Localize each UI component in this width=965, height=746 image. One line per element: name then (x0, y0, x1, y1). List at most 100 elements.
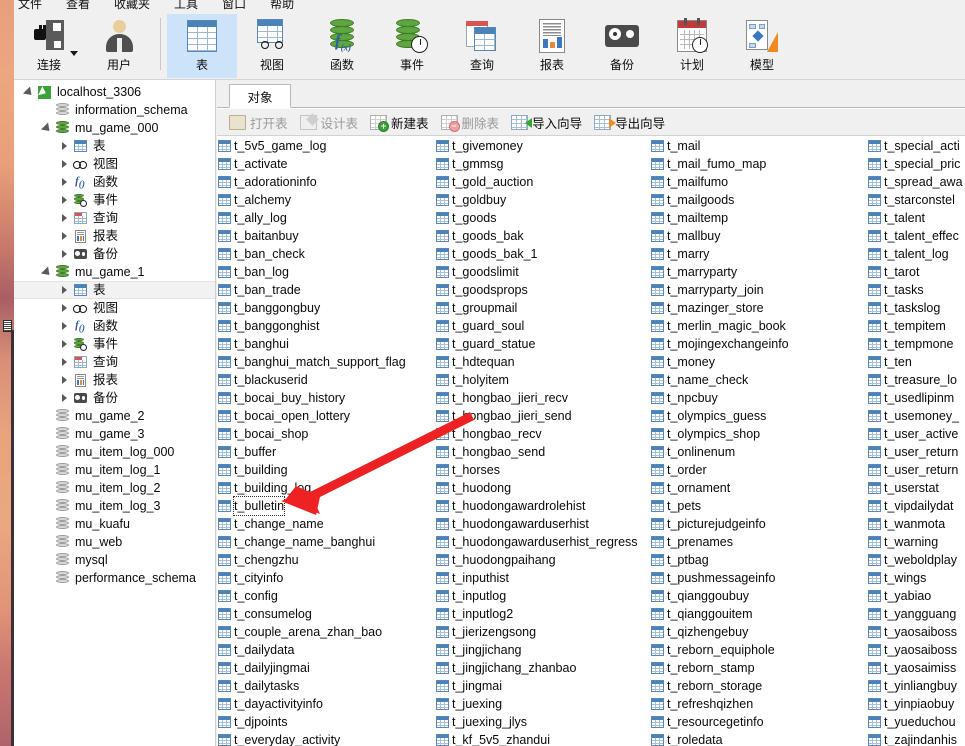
table-list-item[interactable]: t_marryparty_join (650, 281, 866, 299)
action-import-wizard[interactable]: 导入向导 (505, 110, 588, 134)
table-list-item[interactable]: t_banghui_match_support_flag (217, 353, 433, 371)
table-list-item[interactable]: t_goodsprops (435, 281, 651, 299)
table-list-item[interactable]: t_huodongawarduserhist_regress (435, 533, 651, 551)
tree-node-[interactable]: f() 函数 (14, 317, 215, 335)
action-open-table[interactable]: 打开表 (223, 110, 294, 134)
table-list-item[interactable]: t_blackuserid (217, 371, 433, 389)
table-list-item[interactable]: t_adorationinfo (217, 173, 433, 191)
table-list-item[interactable]: t_tempmone (867, 335, 965, 353)
tree-node-mu_item_log_1[interactable]: mu_item_log_1 (14, 461, 215, 479)
tree-twisty[interactable] (58, 394, 71, 402)
table-list-item[interactable]: t_gmmsg (435, 155, 651, 173)
tree-node-[interactable]: 表 (14, 137, 215, 155)
table-list-item[interactable]: t_resourcegetinfo (650, 713, 866, 731)
table-list-item[interactable]: t_yaosaiboss (867, 641, 965, 659)
table-list-item[interactable]: t_hdtequan (435, 353, 651, 371)
table-list-item[interactable]: t_roledata (650, 731, 866, 746)
table-list[interactable]: t_5v5_game_log t_activate t_adorationinfo t… (217, 137, 965, 746)
table-list-item[interactable]: t_warning (867, 533, 965, 551)
table-list-item[interactable]: t_goods (435, 209, 651, 227)
table-list-item[interactable]: t_tempitem (867, 317, 965, 335)
tree-node-mu_game_3[interactable]: mu_game_3 (14, 425, 215, 443)
action-export-wizard[interactable]: 导出向导 (588, 110, 671, 134)
table-list-item[interactable]: t_banggongbuy (217, 299, 433, 317)
table-list-item[interactable]: t_chengzhu (217, 551, 433, 569)
table-list-item[interactable]: t_ban_check (217, 245, 433, 263)
table-list-item[interactable]: t_olympics_guess (650, 407, 866, 425)
table-list-item[interactable]: t_huodongpaihang (435, 551, 651, 569)
table-list-item[interactable]: t_qizhengebuy (650, 623, 866, 641)
table-list-item[interactable]: t_tasks (867, 281, 965, 299)
tree-node-[interactable]: 表 (14, 281, 215, 299)
connection-tree-pane[interactable]: localhost_3306 information_schema mu_game_… (14, 80, 216, 746)
table-list-item[interactable]: t_npcbuy (650, 389, 866, 407)
chevron-right-icon[interactable] (62, 286, 67, 294)
table-list-item[interactable]: t_mailgoods (650, 191, 866, 209)
table-list-item[interactable]: t_goldbuy (435, 191, 651, 209)
table-list-item[interactable]: t_jingjichang_zhanbao (435, 659, 651, 677)
table-list-item[interactable]: t_refreshqizhen (650, 695, 866, 713)
tree-node-[interactable]: 视图 (14, 299, 215, 317)
chevron-right-icon[interactable] (62, 142, 67, 150)
table-list-item[interactable]: t_prenames (650, 533, 866, 551)
table-list-item[interactable]: t_olympics_shop (650, 425, 866, 443)
table-list-item[interactable]: t_bocai_shop (217, 425, 433, 443)
table-list-item[interactable]: t_inputlog (435, 587, 651, 605)
table-list-item[interactable]: t_ban_trade (217, 281, 433, 299)
menu-item-5[interactable]: 窗口 (210, 0, 258, 14)
tree-node-mu_kuafu[interactable]: mu_kuafu (14, 515, 215, 533)
table-list-item[interactable]: t_banggonghist (217, 317, 433, 335)
tree-twisty[interactable] (40, 121, 54, 135)
chevron-right-icon[interactable] (62, 232, 67, 240)
table-list-item[interactable]: t_bulletin (217, 496, 433, 516)
tree-twisty[interactable] (58, 214, 71, 222)
table-list-item[interactable]: t_userstat (867, 479, 965, 497)
table-list-item[interactable]: t_reborn_equiphole (650, 641, 866, 659)
table-list-item[interactable]: t_huodong (435, 479, 651, 497)
tree-node-mu_game_2[interactable]: mu_game_2 (14, 407, 215, 425)
table-list-item[interactable]: t_pets (650, 497, 866, 515)
table-list-item[interactable]: t_holyitem (435, 371, 651, 389)
tree-node-[interactable]: f() 函数 (14, 173, 215, 191)
table-list-item[interactable]: t_wings (867, 569, 965, 587)
tab-objects[interactable]: 对象 (229, 84, 291, 108)
table-list-item[interactable]: t_everyday_activity (217, 731, 433, 746)
chevron-right-icon[interactable] (62, 250, 67, 258)
table-list-item[interactable]: t_ally_log (217, 209, 433, 227)
table-list-item[interactable]: t_goods_bak_1 (435, 245, 651, 263)
tree-node-[interactable]: 视图 (14, 155, 215, 173)
table-list-item[interactable]: t_huodongawardrolehist (435, 497, 651, 515)
action-new-table[interactable]: + 新建表 (364, 110, 435, 134)
chevron-right-icon[interactable] (62, 214, 67, 222)
table-list-item[interactable]: t_picturejudgeinfo (650, 515, 866, 533)
table-list-item[interactable]: t_config (217, 587, 433, 605)
menu-item-2[interactable]: 查看 (54, 0, 102, 14)
table-list-item[interactable]: t_mailfumo (650, 173, 866, 191)
table-list-item[interactable]: t_reborn_storage (650, 677, 866, 695)
table-list-item[interactable]: t_inputlog2 (435, 605, 651, 623)
toolbar-button-view[interactable]: 视图 (237, 14, 307, 78)
table-list-item[interactable]: t_yinpiaobuy (867, 695, 965, 713)
tree-twisty[interactable] (58, 304, 71, 312)
table-list-item[interactable]: t_money (650, 353, 866, 371)
table-list-item[interactable]: t_change_name_banghui (217, 533, 433, 551)
table-list-item[interactable]: t_vipdailydat (867, 497, 965, 515)
tree-node-[interactable]: 报表 (14, 371, 215, 389)
chevron-right-icon[interactable] (62, 376, 67, 384)
table-list-item[interactable]: t_mojingexchangeinfo (650, 335, 866, 353)
tree-twisty[interactable] (58, 196, 71, 204)
toolbar-button-schedule[interactable]: 计划 (657, 14, 727, 78)
table-list-item[interactable]: t_groupmail (435, 299, 651, 317)
table-list-item[interactable]: t_name_check (650, 371, 866, 389)
table-list-item[interactable]: t_starconstel (867, 191, 965, 209)
table-list-item[interactable]: t_ban_log (217, 263, 433, 281)
table-list-item[interactable]: t_bocai_buy_history (217, 389, 433, 407)
table-list-item[interactable]: t_couple_arena_zhan_bao (217, 623, 433, 641)
toolbar-button-table[interactable]: 表 (167, 14, 237, 78)
table-list-item[interactable]: t_buffer (217, 443, 433, 461)
chevron-down-icon[interactable] (40, 121, 54, 135)
table-list-item[interactable]: t_guard_soul (435, 317, 651, 335)
table-list-item[interactable]: t_building (217, 461, 433, 479)
toolbar-button-function[interactable]: f(x) 函数 (307, 14, 377, 78)
table-list-item[interactable]: t_activate (217, 155, 433, 173)
